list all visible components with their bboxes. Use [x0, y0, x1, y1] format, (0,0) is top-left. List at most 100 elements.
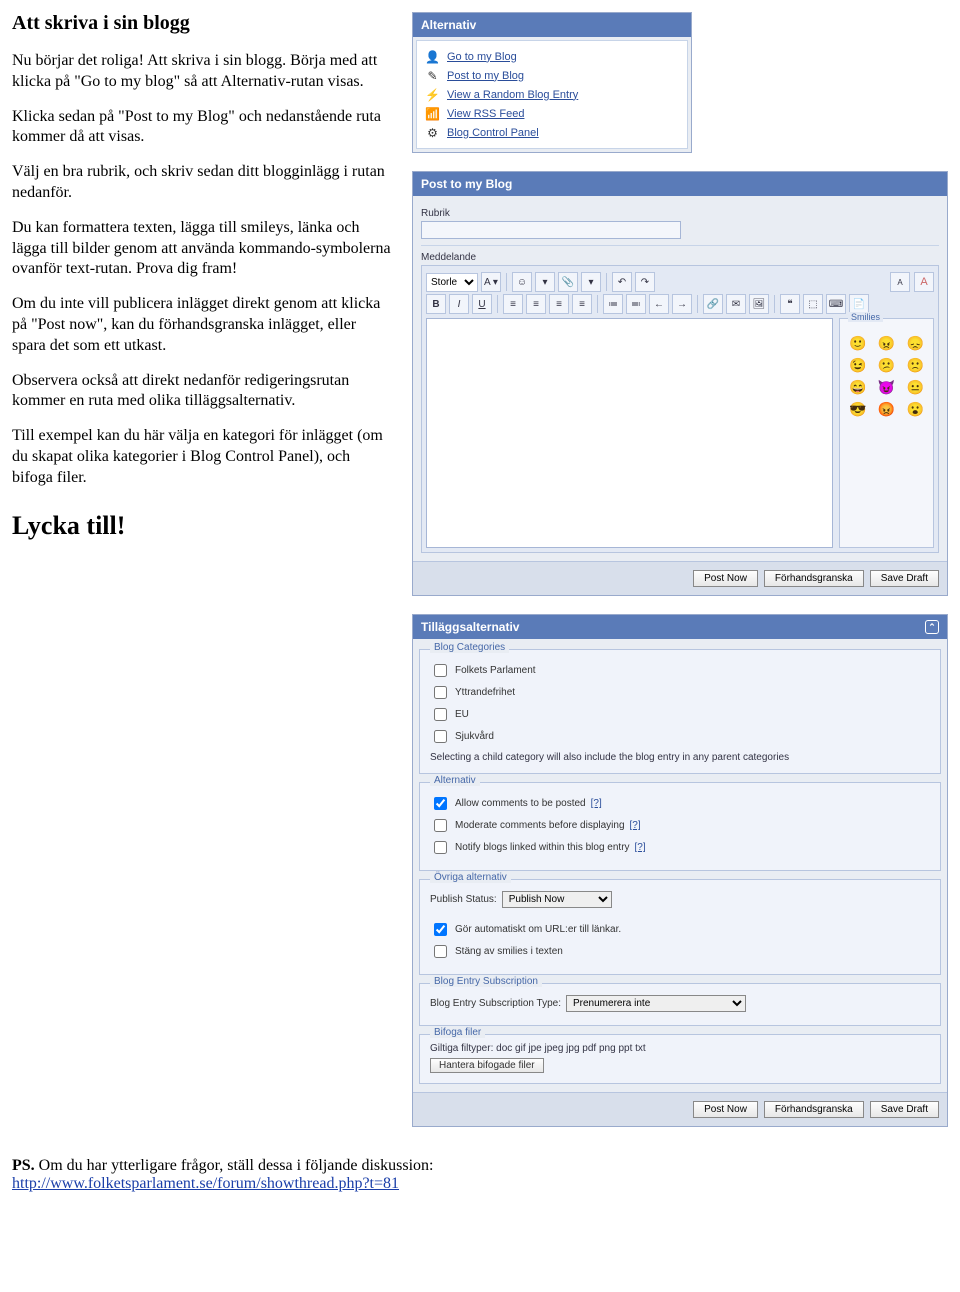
cool-icon[interactable]: 😎 — [846, 401, 870, 418]
alt-item-control-panel[interactable]: ⚙ Blog Control Panel — [425, 123, 679, 142]
image-button[interactable]: 🖼 — [749, 294, 769, 314]
editor-panel: Post to my Blog Rubrik Meddelande Storle… — [412, 171, 948, 596]
font-color-button[interactable]: A ▾ — [481, 272, 501, 292]
alt-item-random[interactable]: ⚡ View a Random Blog Entry — [425, 85, 679, 104]
smilies-panel: Smilies 🙂 😠 😞 😉 😕 🙁 😄 😈 😐 — [839, 318, 934, 548]
alt-link[interactable]: Go to my Blog — [447, 51, 517, 63]
align-justify-button[interactable]: ≡ — [572, 294, 592, 314]
allow-comments-checkbox[interactable] — [434, 797, 447, 810]
underline-button[interactable]: U — [472, 294, 492, 314]
subscription-label: Blog Entry Subscription Type: — [430, 998, 561, 1009]
post-now-button[interactable]: Post Now — [693, 570, 758, 587]
alt-item-post-to-blog[interactable]: ✎ Post to my Blog — [425, 66, 679, 85]
doc-p4: Du kan formattera texten, lägga till smi… — [12, 218, 392, 280]
bold-button[interactable]: B — [426, 294, 446, 314]
publish-status-label: Publish Status: — [430, 894, 497, 905]
increase-font-button[interactable]: A — [914, 272, 934, 292]
save-draft-button[interactable]: Save Draft — [870, 570, 939, 587]
ps-text: Om du har ytterligare frågor, ställ dess… — [35, 1157, 434, 1174]
collapse-icon[interactable]: ⌃ — [925, 620, 939, 634]
help-link[interactable]: [?] — [630, 820, 641, 831]
code-button[interactable]: ⌨ — [826, 294, 846, 314]
options-panel: Tilläggsalternativ ⌃ Blog Categories Fol… — [412, 614, 948, 1127]
editor-header: Post to my Blog — [413, 172, 947, 196]
italic-button[interactable]: I — [449, 294, 469, 314]
opt-label: Stäng av smilies i texten — [455, 946, 563, 957]
redo-button[interactable]: ↷ — [635, 272, 655, 292]
devil-icon[interactable]: 😈 — [875, 379, 899, 396]
undo-button[interactable]: ↶ — [612, 272, 632, 292]
alt-item-go-to-blog[interactable]: 👤 Go to my Blog — [425, 47, 679, 66]
message-textarea[interactable] — [426, 318, 833, 548]
doc-heading: Att skriva i sin blogg — [12, 12, 392, 35]
alt-link[interactable]: Post to my Blog — [447, 70, 524, 82]
rubrik-input[interactable] — [421, 221, 681, 239]
lightning-icon: ⚡ — [425, 87, 440, 102]
confused-icon[interactable]: 😕 — [875, 357, 899, 374]
smiley-icon[interactable]: 🙂 — [846, 335, 870, 352]
preview-button[interactable]: Förhandsgranska — [764, 1101, 864, 1118]
doc-p7: Till exempel kan du här välja en kategor… — [12, 426, 392, 488]
frown-icon[interactable]: 🙁 — [903, 357, 927, 374]
wrap-button[interactable]: ⬚ — [803, 294, 823, 314]
preview-button[interactable]: Förhandsgranska — [764, 570, 864, 587]
alt-item-rss[interactable]: 📶 View RSS Feed — [425, 104, 679, 123]
category-checkbox[interactable] — [434, 730, 447, 743]
moderate-checkbox[interactable] — [434, 819, 447, 832]
post-now-button[interactable]: Post Now — [693, 1101, 758, 1118]
category-label: Yttrandefrihet — [455, 687, 515, 698]
indent-button[interactable]: → — [672, 294, 692, 314]
category-checkbox[interactable] — [434, 686, 447, 699]
subscription-legend: Blog Entry Subscription — [430, 976, 542, 987]
align-left-button[interactable]: ≡ — [503, 294, 523, 314]
mad-icon[interactable]: 😡 — [875, 401, 899, 418]
alt-link[interactable]: Blog Control Panel — [447, 127, 539, 139]
dropdown-button[interactable]: ▾ — [581, 272, 601, 292]
quote-button[interactable]: ❝ — [780, 294, 800, 314]
save-draft-button[interactable]: Save Draft — [870, 1101, 939, 1118]
notify-checkbox[interactable] — [434, 841, 447, 854]
publish-status-select[interactable]: Publish Now — [502, 891, 612, 908]
category-checkbox[interactable] — [434, 708, 447, 721]
list-unordered-button[interactable]: ≕ — [626, 294, 646, 314]
editor-buttons: Post Now Förhandsgranska Save Draft — [413, 561, 947, 595]
alternativ-title: Alternativ — [421, 18, 476, 32]
disable-smilies-checkbox[interactable] — [434, 945, 447, 958]
attach-button[interactable]: 📎 — [558, 272, 578, 292]
wink-icon[interactable]: 😉 — [846, 357, 870, 374]
smiley-button[interactable]: ☺ — [512, 272, 532, 292]
ps-link[interactable]: http://www.folketsparlament.se/forum/sho… — [12, 1175, 399, 1192]
surprised-icon[interactable]: 😮 — [903, 401, 927, 418]
dropdown-button[interactable]: ▾ — [535, 272, 555, 292]
help-link[interactable]: [?] — [591, 798, 602, 809]
options-title: Tilläggsalternativ — [421, 620, 519, 634]
align-right-button[interactable]: ≡ — [549, 294, 569, 314]
list-ordered-button[interactable]: ≔ — [603, 294, 623, 314]
category-checkbox[interactable] — [434, 664, 447, 677]
help-link[interactable]: [?] — [635, 842, 646, 853]
outdent-button[interactable]: ← — [649, 294, 669, 314]
attach-legend: Bifoga filer — [430, 1027, 485, 1038]
auto-url-checkbox[interactable] — [434, 923, 447, 936]
font-size-select[interactable]: Storle — [426, 273, 478, 292]
meddelande-label: Meddelande — [421, 252, 939, 263]
opt-label: Allow comments to be posted — [455, 798, 586, 809]
alt-link[interactable]: View RSS Feed — [447, 108, 524, 120]
sad-icon[interactable]: 😞 — [903, 335, 927, 352]
category-label: Sjukvård — [455, 731, 494, 742]
doc-p1: Nu börjar det roliga! Att skriva i sin b… — [12, 51, 392, 93]
link-button[interactable]: 🔗 — [703, 294, 723, 314]
manage-attachments-button[interactable]: Hantera bifogade filer — [430, 1058, 544, 1073]
angry-icon[interactable]: 😠 — [875, 335, 899, 352]
align-center-button[interactable]: ≡ — [526, 294, 546, 314]
email-button[interactable]: ✉ — [726, 294, 746, 314]
php-button[interactable]: 📄 — [849, 294, 869, 314]
alternativ-legend: Alternativ — [430, 775, 480, 786]
neutral-icon[interactable]: 😐 — [903, 379, 927, 396]
editor-title: Post to my Blog — [421, 177, 512, 191]
alt-link[interactable]: View a Random Blog Entry — [447, 89, 578, 101]
grin-icon[interactable]: 😄 — [846, 379, 870, 396]
decrease-font-button[interactable]: A — [890, 272, 910, 292]
subscription-select[interactable]: Prenumerera inte — [566, 995, 746, 1012]
doc-big-heading: Lycka till! — [12, 511, 392, 541]
